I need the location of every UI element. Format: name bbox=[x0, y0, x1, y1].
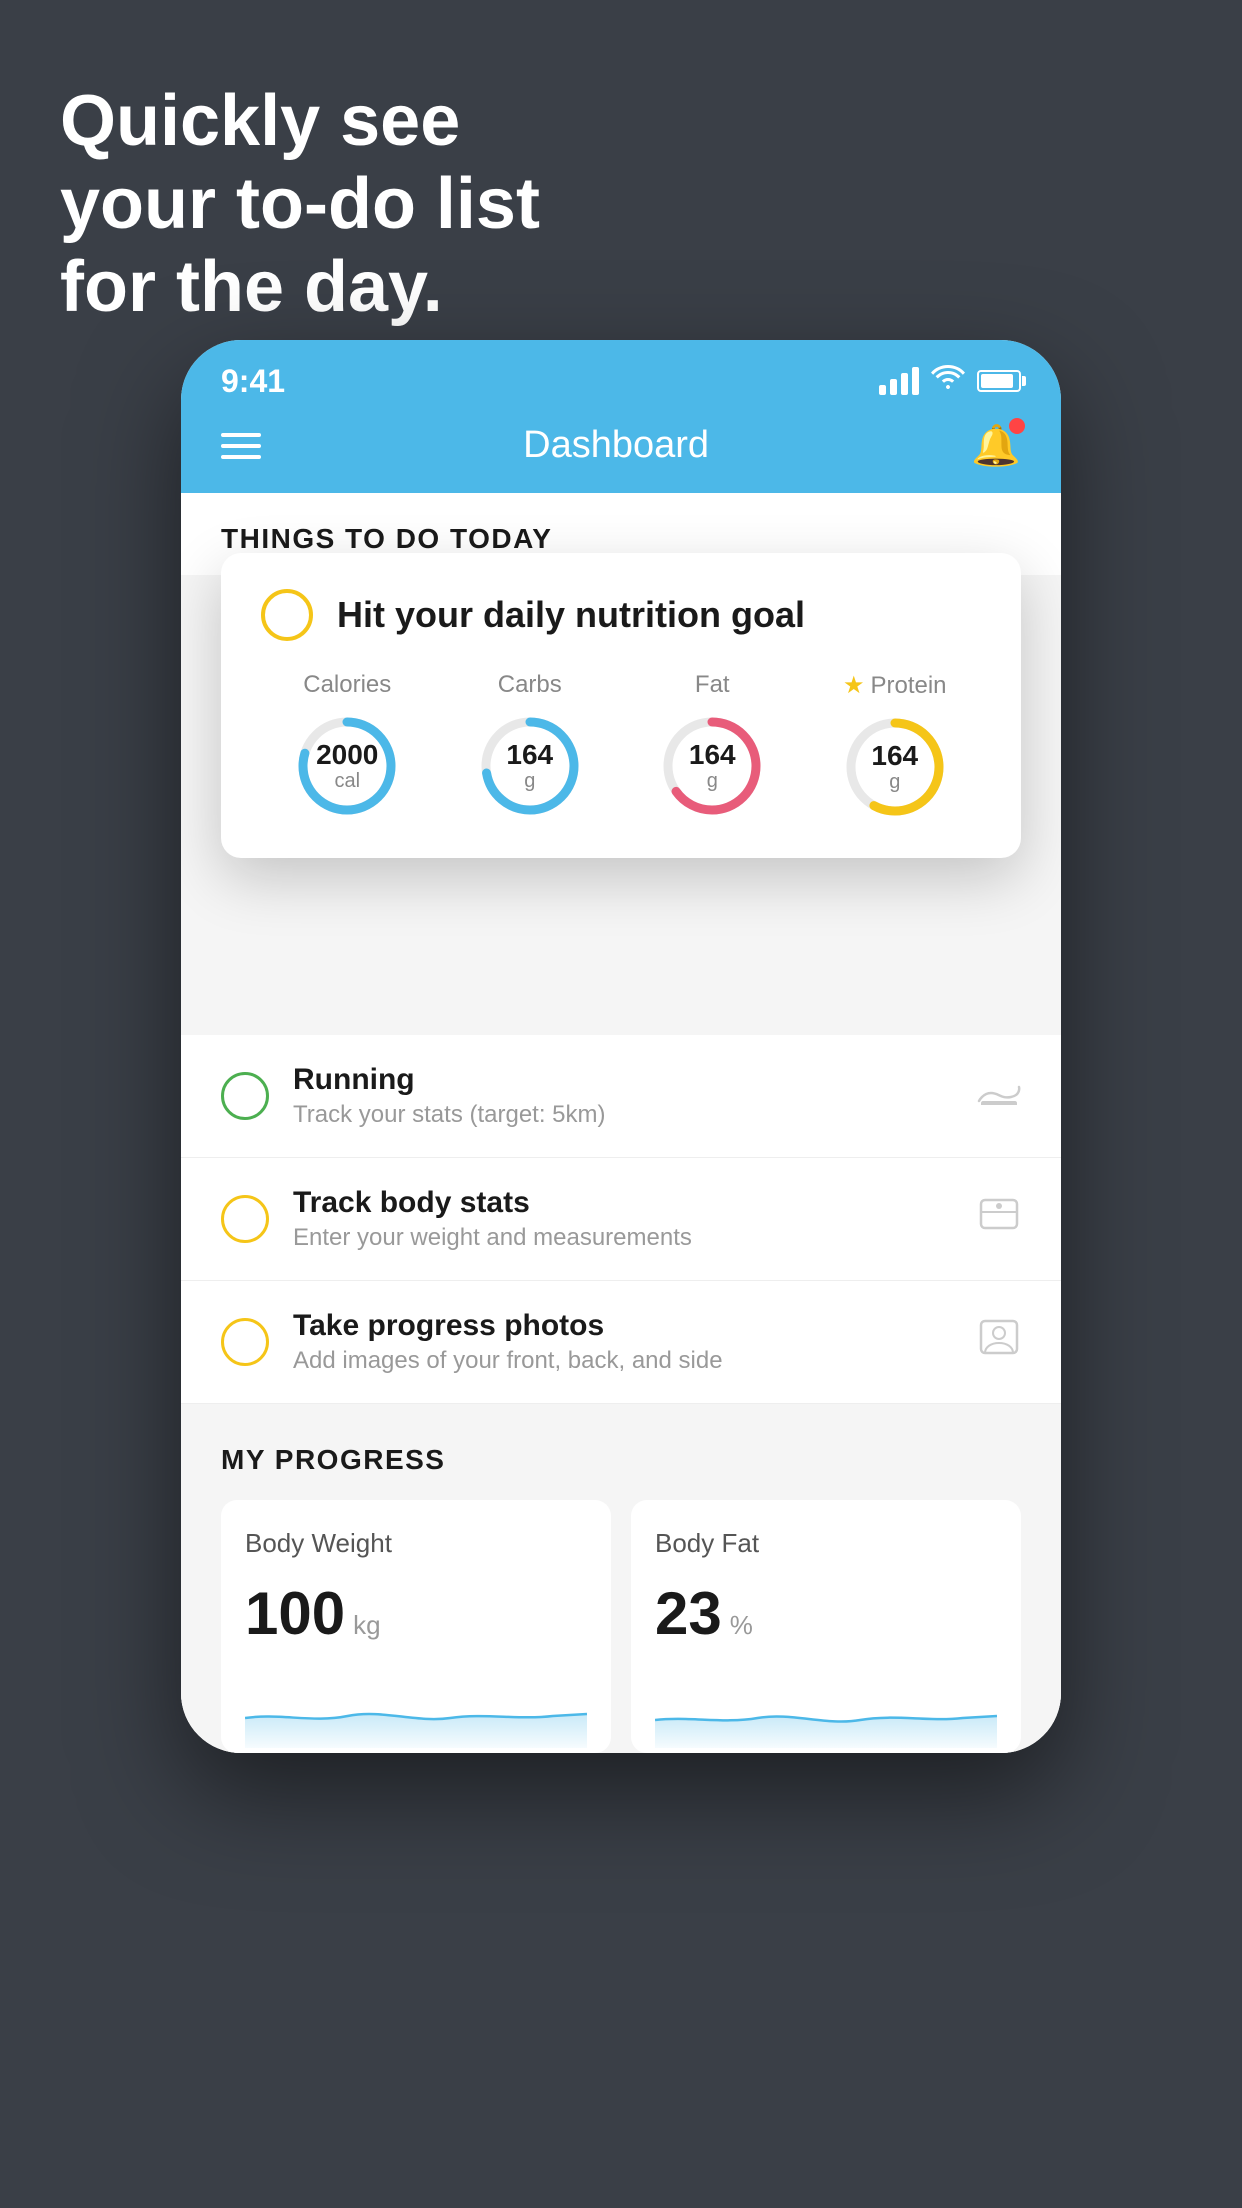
nutrition-carbs: Carbs 164 g bbox=[475, 671, 585, 822]
card-title: Hit your daily nutrition goal bbox=[337, 594, 805, 636]
status-bar: 9:41 bbox=[181, 340, 1061, 404]
notification-bell-button[interactable]: 🔔 bbox=[971, 422, 1021, 469]
progress-title: MY PROGRESS bbox=[221, 1444, 1021, 1476]
carbs-value-text: 164 g bbox=[506, 740, 553, 793]
todo-item-body-stats[interactable]: Track body stats Enter your weight and m… bbox=[181, 1158, 1061, 1281]
todo-item-photos[interactable]: Take progress photos Add images of your … bbox=[181, 1281, 1061, 1404]
nutrition-calories: Calories 2000 cal bbox=[292, 671, 402, 822]
phone-mockup: 9:41 bbox=[181, 340, 1061, 1753]
carbs-label: Carbs bbox=[498, 671, 562, 699]
fat-label: Fat bbox=[695, 671, 730, 699]
status-time: 9:41 bbox=[221, 363, 285, 400]
nav-bar: Dashboard 🔔 bbox=[181, 404, 1061, 493]
battery-icon bbox=[977, 370, 1021, 392]
protein-value-text: 164 g bbox=[871, 741, 918, 794]
todo-item-running[interactable]: Running Track your stats (target: 5km) bbox=[181, 1035, 1061, 1158]
nav-title: Dashboard bbox=[523, 424, 709, 467]
calories-label: Calories bbox=[303, 671, 391, 699]
body-weight-card: Body Weight 100 kg bbox=[221, 1500, 611, 1753]
status-icons bbox=[879, 365, 1021, 398]
body-fat-chart bbox=[655, 1668, 997, 1748]
nutrition-circles: Calories 2000 cal bbox=[261, 671, 981, 822]
protein-ring: 164 g bbox=[840, 712, 950, 822]
body-weight-unit: kg bbox=[353, 1610, 380, 1641]
progress-section: MY PROGRESS Body Weight 100 kg bbox=[181, 1404, 1061, 1753]
body-stats-desc: Enter your weight and measurements bbox=[293, 1224, 953, 1252]
wifi-icon bbox=[931, 365, 965, 398]
todo-text-photos: Take progress photos Add images of your … bbox=[293, 1309, 953, 1375]
photos-checkbox[interactable] bbox=[221, 1318, 269, 1366]
running-name: Running bbox=[293, 1063, 953, 1097]
main-content: THINGS TO DO TODAY Hit your daily nutrit… bbox=[181, 493, 1061, 1753]
progress-cards: Body Weight 100 kg bbox=[221, 1500, 1021, 1753]
calories-value-text: 2000 cal bbox=[316, 740, 378, 793]
body-fat-number: 23 bbox=[655, 1579, 722, 1648]
things-section-title: THINGS TO DO TODAY bbox=[221, 523, 552, 554]
todo-area: Running Track your stats (target: 5km) T… bbox=[181, 1035, 1061, 1404]
body-weight-label: Body Weight bbox=[245, 1528, 587, 1559]
nutrition-fat: Fat 164 g bbox=[657, 671, 767, 822]
body-weight-chart bbox=[245, 1668, 587, 1748]
notification-dot bbox=[1009, 418, 1025, 434]
signal-bars-icon bbox=[879, 367, 919, 395]
running-desc: Track your stats (target: 5km) bbox=[293, 1101, 953, 1129]
todo-text-running: Running Track your stats (target: 5km) bbox=[293, 1063, 953, 1129]
body-fat-value: 23 % bbox=[655, 1579, 997, 1648]
star-icon: ★ bbox=[843, 671, 865, 700]
photos-desc: Add images of your front, back, and side bbox=[293, 1347, 953, 1375]
running-shoe-icon bbox=[977, 1074, 1021, 1119]
body-fat-card: Body Fat 23 % bbox=[631, 1500, 1021, 1753]
nutrition-protein: ★ Protein 164 g bbox=[840, 671, 950, 822]
body-fat-label: Body Fat bbox=[655, 1528, 997, 1559]
headline: Quickly see your to-do list for the day. bbox=[60, 80, 540, 328]
todo-text-body-stats: Track body stats Enter your weight and m… bbox=[293, 1186, 953, 1252]
body-fat-unit: % bbox=[730, 1610, 753, 1641]
body-stats-checkbox[interactable] bbox=[221, 1195, 269, 1243]
body-weight-number: 100 bbox=[245, 1579, 345, 1648]
nutrition-card: Hit your daily nutrition goal Calories bbox=[221, 553, 1021, 858]
carbs-ring: 164 g bbox=[475, 711, 585, 821]
body-stats-name: Track body stats bbox=[293, 1186, 953, 1220]
photos-name: Take progress photos bbox=[293, 1309, 953, 1343]
hamburger-menu-button[interactable] bbox=[221, 433, 261, 459]
calories-ring: 2000 cal bbox=[292, 711, 402, 821]
body-weight-value: 100 kg bbox=[245, 1579, 587, 1648]
fat-value-text: 164 g bbox=[689, 740, 736, 793]
person-photo-icon bbox=[977, 1315, 1021, 1369]
protein-label: ★ Protein bbox=[843, 671, 947, 700]
running-checkbox[interactable] bbox=[221, 1072, 269, 1120]
scale-icon bbox=[977, 1192, 1021, 1246]
fat-ring: 164 g bbox=[657, 711, 767, 821]
card-header: Hit your daily nutrition goal bbox=[261, 589, 981, 641]
nutrition-checkbox[interactable] bbox=[261, 589, 313, 641]
